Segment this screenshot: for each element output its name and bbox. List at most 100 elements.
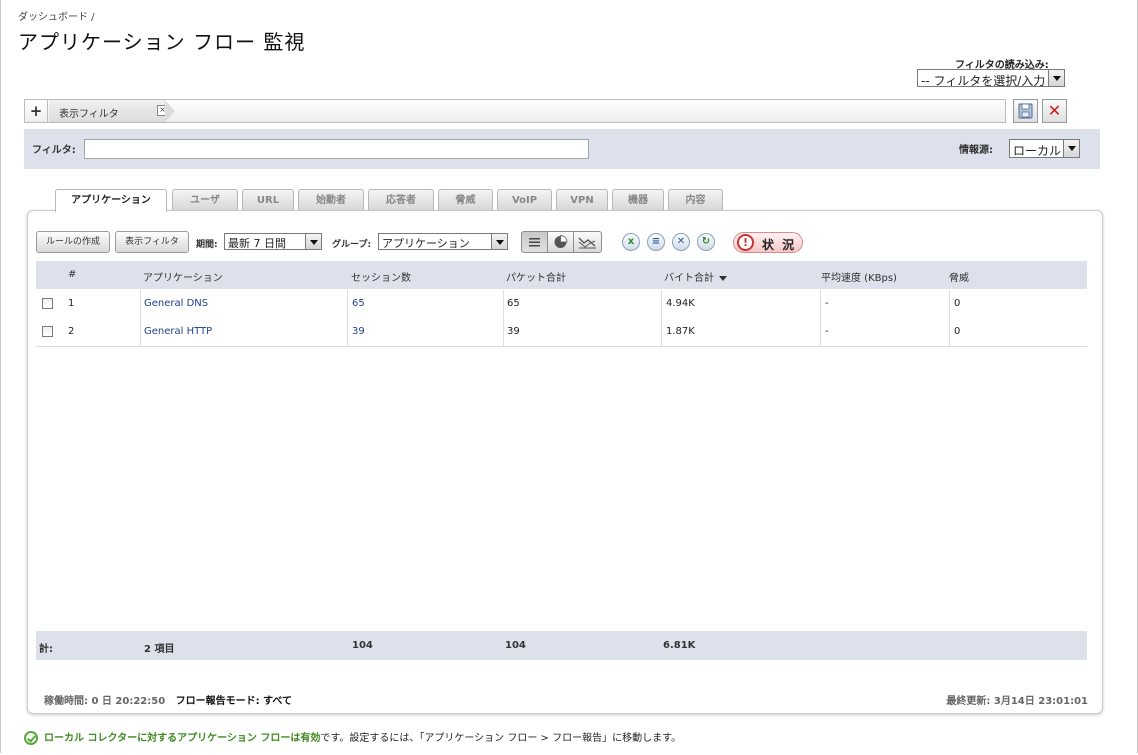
app-link[interactable]: General DNS — [144, 298, 208, 309]
warning-icon: ! — [737, 234, 754, 251]
packets-value: 39 — [507, 326, 520, 337]
status-label: 状 況 — [762, 238, 797, 252]
tab-initiator[interactable]: 始動者 — [298, 189, 364, 210]
pie-view-button[interactable] — [547, 231, 574, 253]
show-filter-button[interactable]: 表示フィルタ — [115, 231, 189, 253]
col-bytes-label: バイト合計 — [664, 273, 714, 284]
mode-label: フロー報告モード: — [175, 696, 260, 707]
chevron-down-icon[interactable] — [491, 234, 507, 249]
col-avg-speed[interactable]: 平均速度 (KBps) — [821, 269, 897, 284]
total-packets: 104 — [505, 640, 526, 651]
refresh-icon[interactable]: ↻ — [697, 233, 715, 251]
divider — [140, 290, 141, 318]
clear-filter-button[interactable]: ✕ — [1042, 99, 1067, 123]
total-bytes: 6.81K — [663, 640, 696, 651]
row-checkbox[interactable] — [42, 326, 53, 337]
filter-label: フィルタ: — [32, 145, 76, 156]
tab-threat[interactable]: 脅威 — [438, 189, 493, 210]
add-filter-button[interactable]: + — [25, 100, 48, 122]
line-graph-icon — [578, 237, 596, 249]
total-sessions: 104 — [352, 640, 373, 651]
uptime-value: 0 日 20:22:50 — [91, 696, 166, 707]
uptime-label: 稼働時間: — [44, 696, 88, 707]
col-threats[interactable]: 脅威 — [949, 269, 969, 284]
list-view-button[interactable] — [521, 231, 548, 253]
table-footer: 計: 2 項目 104 104 6.81K — [36, 631, 1087, 660]
speed-value: - — [825, 326, 829, 337]
divider — [661, 318, 662, 346]
sessions-link[interactable]: 65 — [352, 298, 365, 309]
excel-export-icon[interactable]: x — [622, 233, 640, 251]
tab-responder[interactable]: 応答者 — [368, 189, 434, 210]
save-filter-button[interactable] — [1013, 99, 1038, 123]
divider — [949, 290, 950, 318]
close-icon[interactable]: × — [157, 105, 168, 116]
report-list-icon[interactable]: ≡ — [647, 233, 665, 251]
packets-value: 65 — [507, 298, 520, 309]
tab-user[interactable]: ユーザ — [172, 189, 238, 210]
notice-text[interactable]: です。設定するには、「アプリケーション フロー > フロー報告」に移動します。 — [320, 733, 681, 744]
filter-load-select[interactable]: -- フィルタを選択/入力 -- — [917, 69, 1065, 88]
notice-highlight: ローカル コレクターに対するアプリケーション フローは有効 — [44, 733, 321, 744]
chevron-down-icon[interactable] — [1063, 140, 1079, 157]
divider — [661, 290, 662, 318]
table-header: # アプリケーション セッション数 パケット合計 バイト合計 平均速度 (KBp… — [36, 261, 1087, 289]
divider — [820, 318, 821, 346]
divider — [503, 318, 504, 346]
row-number: 2 — [68, 326, 75, 337]
pie-chart-icon — [554, 235, 568, 248]
check-circle-icon — [24, 731, 38, 745]
col-packets[interactable]: パケット合計 — [506, 269, 566, 284]
col-number[interactable]: # — [68, 269, 76, 280]
bytes-value: 4.94K — [666, 298, 695, 309]
report-panel: ルールの作成 表示フィルタ 期間: 最新 7 日間 グループ: アプリケーション… — [27, 210, 1103, 714]
graph-view-button[interactable] — [573, 231, 602, 253]
tools-icon[interactable]: ✕ — [672, 233, 690, 251]
col-application[interactable]: アプリケーション — [143, 269, 223, 284]
app-link[interactable]: General HTTP — [144, 326, 212, 337]
table-row[interactable]: 1 General DNS 65 65 4.94K - 0 — [36, 290, 1087, 319]
breadcrumb[interactable]: ダッシュボード / — [18, 8, 95, 23]
divider — [347, 290, 348, 318]
tab-url[interactable]: URL — [242, 189, 294, 210]
floppy-disk-icon — [1018, 103, 1033, 119]
divider — [503, 290, 504, 318]
period-label: 期間: — [196, 240, 218, 250]
total-label: 計: — [39, 644, 53, 655]
filter-chip-label: 表示フィルタ — [59, 109, 119, 120]
col-sessions[interactable]: セッション数 — [351, 269, 411, 284]
table-row[interactable]: 2 General HTTP 39 39 1.87K - 0 — [36, 318, 1087, 347]
speed-value: - — [825, 298, 829, 309]
last-update: 最終更新: 3月14日 23:01:01 — [946, 696, 1088, 707]
uptime-info: 稼働時間: 0 日 20:22:50 フロー報告モード: すべて — [44, 692, 292, 707]
group-value: アプリケーション — [382, 237, 470, 250]
source-label: 情報源: — [959, 145, 993, 156]
create-rule-button[interactable]: ルールの作成 — [36, 231, 110, 253]
source-select[interactable]: ローカル — [1009, 139, 1080, 158]
tab-device[interactable]: 機器 — [612, 189, 664, 210]
col-bytes[interactable]: バイト合計 — [664, 269, 727, 284]
status-button[interactable]: ! 状 況 — [733, 232, 803, 253]
period-value: 最新 7 日間 — [228, 237, 286, 250]
mode-value: すべて — [263, 696, 292, 707]
tab-voip[interactable]: VoIP — [497, 189, 552, 210]
group-label: グループ: — [332, 240, 372, 250]
tab-application[interactable]: アプリケーション — [55, 189, 167, 212]
total-items: 2 項目 — [144, 644, 175, 655]
page-title: アプリケーション フロー 監視 — [18, 30, 306, 54]
group-select[interactable]: アプリケーション — [378, 233, 508, 250]
divider — [949, 318, 950, 346]
filter-chip[interactable]: 表示フィルタ × — [49, 100, 175, 122]
filter-panel: フィルタ: 情報源: ローカル — [24, 129, 1100, 169]
chevron-down-icon[interactable] — [1048, 70, 1064, 86]
row-checkbox[interactable] — [42, 298, 53, 309]
sessions-link[interactable]: 39 — [352, 326, 365, 337]
tab-vpn[interactable]: VPN — [556, 189, 608, 210]
filter-bar: + 表示フィルタ × — [24, 99, 1006, 123]
chevron-down-icon[interactable] — [305, 234, 321, 249]
row-number: 1 — [68, 298, 75, 309]
filter-input[interactable] — [84, 139, 589, 159]
tab-content[interactable]: 内容 — [668, 189, 723, 210]
threats-value: 0 — [954, 298, 961, 309]
period-select[interactable]: 最新 7 日間 — [224, 233, 322, 250]
